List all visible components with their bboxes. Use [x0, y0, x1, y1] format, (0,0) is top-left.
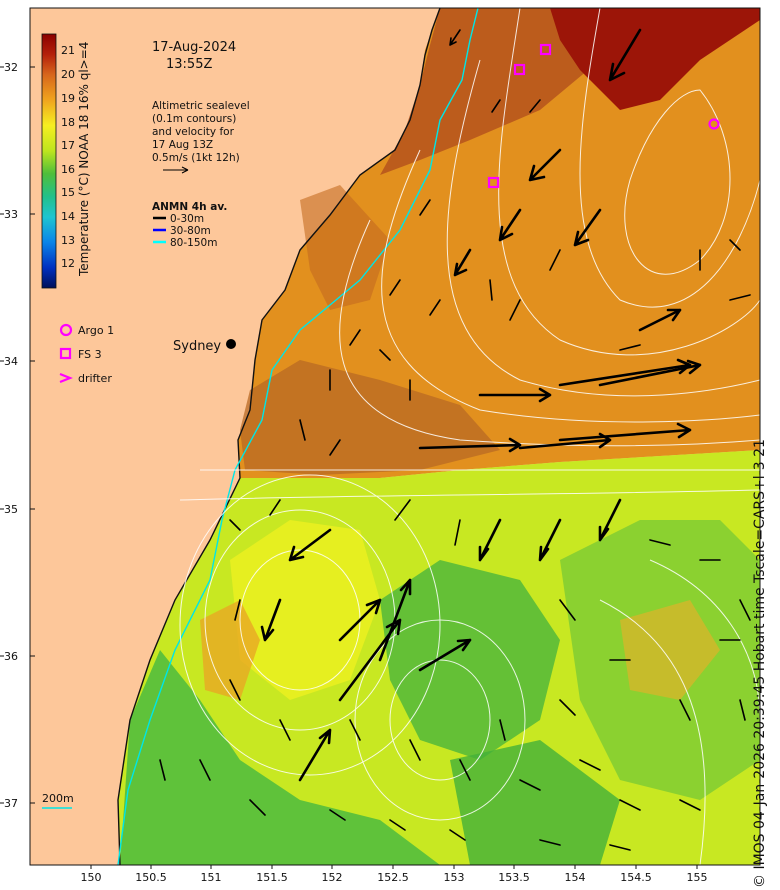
y-tick: 32 [4, 61, 18, 74]
platform-label: Argo 1 [78, 324, 114, 337]
colorbar-tick: 19 [61, 92, 75, 105]
sealevel-line: and velocity for [152, 126, 235, 138]
x-tick: 153.5 [498, 871, 530, 884]
x-tick: 154 [565, 871, 586, 884]
y-tick-minus [0, 66, 4, 804]
sealevel-line: 17 Aug 13Z [152, 139, 213, 151]
platform-label: drifter [78, 372, 112, 385]
anmn-title: ANMN 4h av. [152, 201, 227, 213]
map-date: 17-Aug-2024 [152, 40, 236, 55]
y-tick: 35 [4, 503, 18, 516]
anmn-label: 0-30m [170, 213, 204, 225]
sealevel-line: 0.5m/s (1kt 12h) [152, 152, 240, 164]
x-axis: 150 150.5 151 151.5 152 152.5 153 153.5 … [81, 871, 708, 884]
y-tick: 37 [4, 797, 18, 810]
map-time: 13:55Z [166, 57, 212, 72]
depth-label: 200m [42, 792, 74, 805]
sealevel-line: Altimetric sealevel [152, 100, 250, 112]
colorbar-tick: 14 [61, 210, 75, 223]
colorbar-tick: 15 [61, 186, 75, 199]
x-tick: 151.5 [256, 871, 288, 884]
x-tick: 151 [201, 871, 222, 884]
x-tick: 150 [81, 871, 102, 884]
y-tick: 34 [4, 355, 18, 368]
x-tick: 152.5 [377, 871, 409, 884]
x-tick: 154.5 [620, 871, 652, 884]
colorbar-tick: 21 [61, 44, 75, 57]
x-tick: 152 [322, 871, 343, 884]
x-tick: 150.5 [135, 871, 167, 884]
platform-label: FS 3 [78, 348, 102, 361]
colorbar-tick: 18 [61, 116, 75, 129]
colorbar [41, 33, 57, 289]
colorbar-title: Temperature (°C) NOAA 18 16% ql>=4 [77, 42, 91, 277]
colorbar-tick: 13 [61, 234, 75, 247]
sealevel-line: (0.1m contours) [152, 113, 236, 125]
x-tick: 155 [687, 871, 708, 884]
city-label: Sydney [173, 339, 221, 354]
anmn-label: 30-80m [170, 225, 211, 237]
footer-credit: © IMOS 04-Jan-2026 20:39:45 Hobart time … [752, 439, 768, 888]
anmn-label: 80-150m [170, 237, 217, 249]
x-tick-marks [90, 865, 698, 869]
y-tick: 33 [4, 208, 18, 221]
sst-map: 21 20 19 18 17 16 15 14 13 12 Temperatur… [0, 7, 761, 884]
sydney-marker [226, 339, 236, 349]
x-tick: 153 [444, 871, 465, 884]
colorbar-tick: 16 [61, 163, 75, 176]
y-tick: 36 [4, 650, 18, 663]
colorbar-tick: 20 [61, 68, 75, 81]
colorbar-tick: 12 [61, 257, 75, 270]
colorbar-tick: 17 [61, 139, 75, 152]
